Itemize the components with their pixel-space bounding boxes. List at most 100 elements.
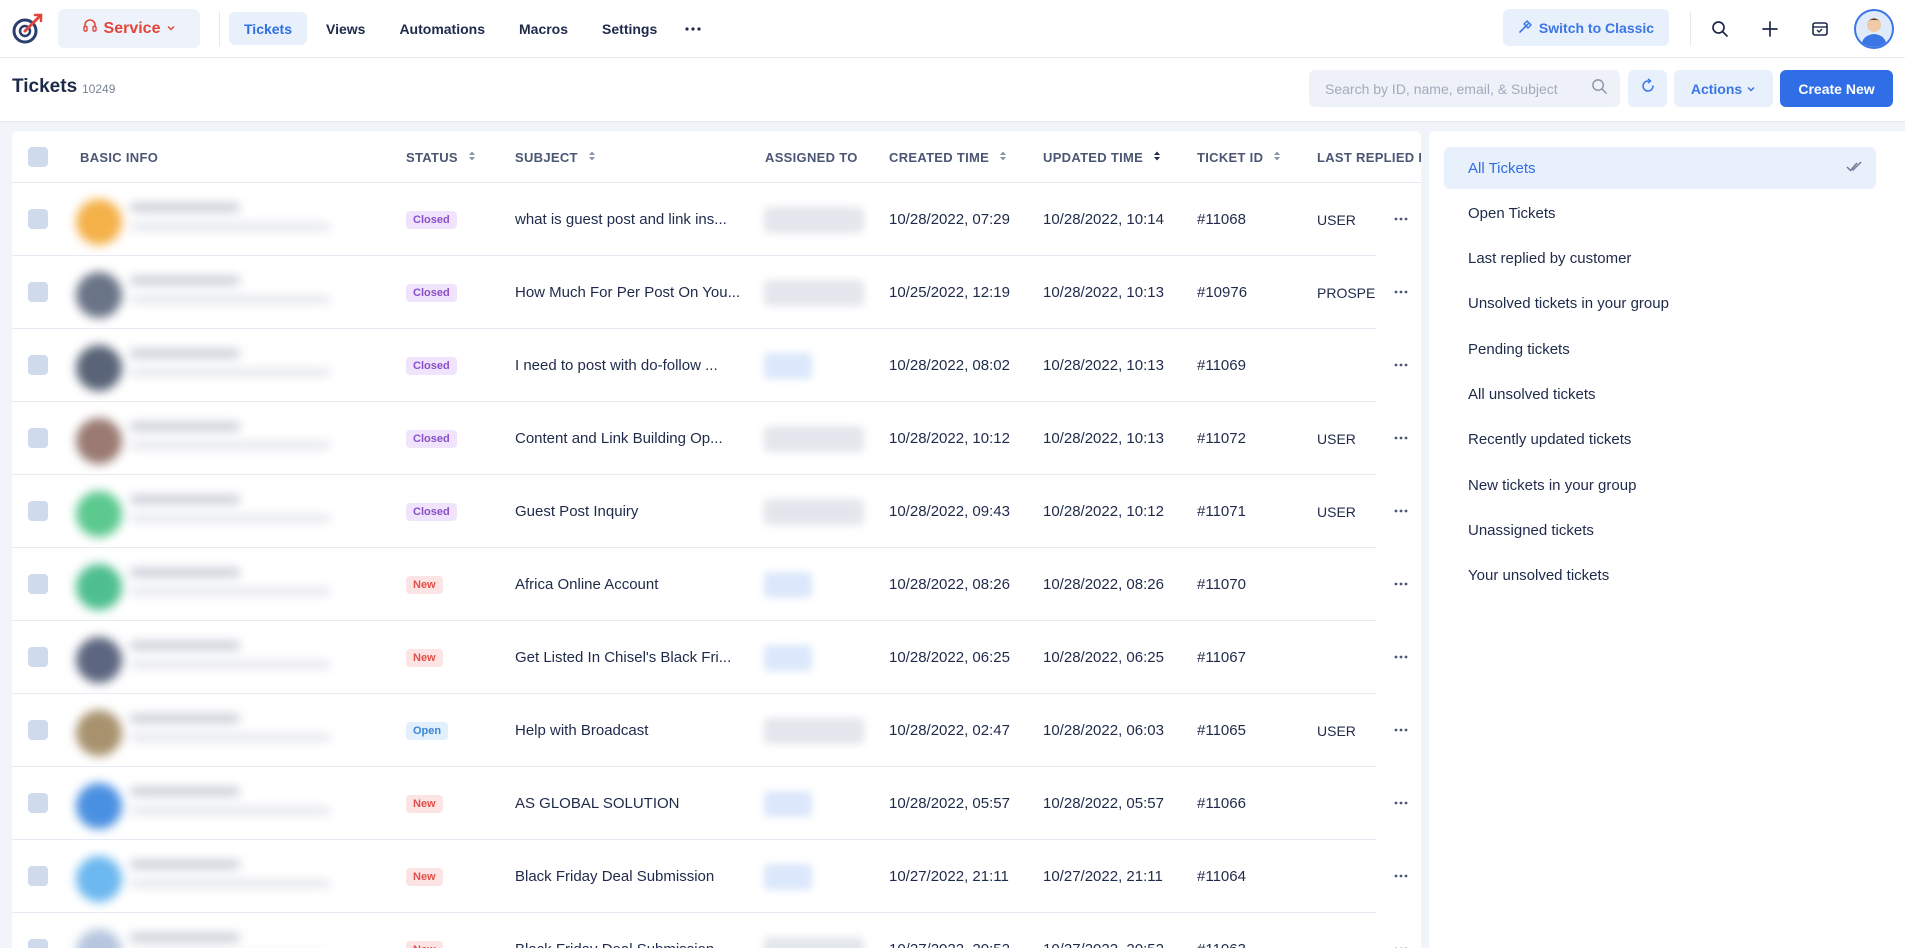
- ticket-id-cell[interactable]: #11069: [1197, 329, 1246, 402]
- table-row[interactable]: New Africa Online Account 10/28/2022, 08…: [12, 548, 1421, 621]
- view-item[interactable]: Unassigned tickets: [1444, 509, 1876, 551]
- subject-cell[interactable]: Get Listed In Chisel's Black Fri...: [515, 621, 755, 694]
- search-icon[interactable]: [1591, 78, 1608, 100]
- row-checkbox[interactable]: [28, 574, 48, 594]
- table-row[interactable]: New Get Listed In Chisel's Black Fri... …: [12, 621, 1421, 694]
- subject-cell[interactable]: Black Friday Deal Submission: [515, 913, 755, 948]
- ticket-id-cell[interactable]: #11065: [1197, 694, 1246, 767]
- view-item[interactable]: All Tickets: [1444, 147, 1876, 189]
- switch-to-classic-button[interactable]: Switch to Classic: [1503, 9, 1669, 46]
- ticket-id-cell[interactable]: #11063: [1197, 913, 1246, 948]
- more-horizontal-icon[interactable]: [1390, 282, 1412, 302]
- subject-cell[interactable]: Guest Post Inquiry: [515, 475, 755, 548]
- contact-avatar: [76, 856, 122, 902]
- assigned-to-blurred: [764, 280, 864, 306]
- row-checkbox[interactable]: [28, 866, 48, 886]
- table-row[interactable]: New Black Friday Deal Submission 10/27/2…: [12, 840, 1421, 913]
- more-horizontal-icon[interactable]: [1390, 720, 1412, 740]
- module-switcher[interactable]: Service: [58, 9, 200, 48]
- plus-icon[interactable]: [1755, 14, 1785, 44]
- nav-settings[interactable]: Settings: [587, 12, 672, 45]
- search-icon[interactable]: [1705, 14, 1735, 44]
- row-checkbox[interactable]: [28, 720, 48, 740]
- sort-icon[interactable]: [1153, 150, 1161, 165]
- more-horizontal-icon[interactable]: [1390, 428, 1412, 448]
- view-item[interactable]: Pending tickets: [1444, 328, 1876, 370]
- app-window-icon[interactable]: [1805, 14, 1835, 44]
- contact-avatar: [76, 272, 122, 318]
- sort-icon[interactable]: [468, 150, 476, 165]
- refresh-button[interactable]: [1628, 70, 1667, 107]
- table-row[interactable]: Closed How Much For Per Post On You... 1…: [12, 256, 1421, 329]
- actions-dropdown[interactable]: Actions: [1674, 70, 1773, 107]
- table-row[interactable]: Closed Guest Post Inquiry 10/28/2022, 09…: [12, 475, 1421, 548]
- user-avatar[interactable]: [1854, 9, 1894, 49]
- ticket-id-cell[interactable]: #11066: [1197, 767, 1246, 840]
- row-checkbox[interactable]: [28, 355, 48, 375]
- more-horizontal-icon[interactable]: [1390, 209, 1412, 229]
- more-horizontal-icon[interactable]: [1390, 939, 1412, 948]
- column-subject[interactable]: SUBJECT: [515, 131, 596, 183]
- view-item[interactable]: Open Tickets: [1444, 192, 1876, 234]
- subject-cell[interactable]: Black Friday Deal Submission: [515, 840, 755, 913]
- more-horizontal-icon[interactable]: [1390, 793, 1412, 813]
- row-checkbox[interactable]: [28, 209, 48, 229]
- column-ticket-id[interactable]: TICKET ID: [1197, 131, 1281, 183]
- column-created-time[interactable]: CREATED TIME: [889, 131, 1007, 183]
- ticket-id-cell[interactable]: #11064: [1197, 840, 1246, 913]
- row-checkbox[interactable]: [28, 428, 48, 448]
- row-checkbox[interactable]: [28, 282, 48, 302]
- view-item[interactable]: Your unsolved tickets: [1444, 555, 1876, 597]
- column-status[interactable]: STATUS: [406, 131, 476, 183]
- table-row[interactable]: Closed I need to post with do-follow ...…: [12, 329, 1421, 402]
- more-horizontal-icon[interactable]: [1390, 574, 1412, 594]
- view-item[interactable]: Last replied by customer: [1444, 238, 1876, 280]
- more-horizontal-icon[interactable]: [1390, 866, 1412, 886]
- row-checkbox[interactable]: [28, 647, 48, 667]
- row-checkbox[interactable]: [28, 939, 48, 948]
- search-input[interactable]: [1325, 80, 1591, 97]
- table-row[interactable]: Closed Content and Link Building Op... 1…: [12, 402, 1421, 475]
- row-checkbox[interactable]: [28, 793, 48, 813]
- subject-cell[interactable]: I need to post with do-follow ...: [515, 329, 755, 402]
- row-checkbox[interactable]: [28, 501, 48, 521]
- created-time-cell: 10/28/2022, 05:57: [889, 795, 1010, 812]
- nav-macros[interactable]: Macros: [504, 12, 583, 45]
- subject-cell[interactable]: Content and Link Building Op...: [515, 402, 755, 475]
- table-row[interactable]: Open Help with Broadcast 10/28/2022, 02:…: [12, 694, 1421, 767]
- nav-views[interactable]: Views: [311, 12, 380, 45]
- table-row[interactable]: Closed what is guest post and link ins..…: [12, 183, 1421, 256]
- column-updated-time[interactable]: UPDATED TIME: [1043, 131, 1161, 183]
- subject-cell[interactable]: AS GLOBAL SOLUTION: [515, 767, 755, 840]
- ticket-id-cell[interactable]: #11068: [1197, 183, 1246, 256]
- table-row[interactable]: New Black Friday Deal Submission 10/27/2…: [12, 913, 1421, 948]
- status-badge: New: [406, 794, 443, 813]
- sort-icon[interactable]: [1273, 150, 1281, 165]
- subject-cell[interactable]: Help with Broadcast: [515, 694, 755, 767]
- subject-cell[interactable]: How Much For Per Post On You...: [515, 256, 755, 329]
- view-item[interactable]: New tickets in your group: [1444, 464, 1876, 506]
- logo-icon[interactable]: [10, 12, 44, 46]
- sort-icon[interactable]: [999, 150, 1007, 165]
- subject-cell[interactable]: what is guest post and link ins...: [515, 183, 755, 256]
- ticket-id-cell[interactable]: #11070: [1197, 548, 1246, 621]
- table-row[interactable]: New AS GLOBAL SOLUTION 10/28/2022, 05:57…: [12, 767, 1421, 840]
- ticket-id-cell[interactable]: #11067: [1197, 621, 1246, 694]
- view-item[interactable]: All unsolved tickets: [1444, 374, 1876, 416]
- view-item[interactable]: Recently updated tickets: [1444, 419, 1876, 461]
- ticket-id-cell[interactable]: #10976: [1197, 256, 1247, 329]
- sort-icon[interactable]: [588, 150, 596, 165]
- nav-tickets[interactable]: Tickets: [229, 12, 307, 45]
- nav-automations[interactable]: Automations: [384, 12, 500, 45]
- view-item[interactable]: Unsolved tickets in your group: [1444, 283, 1876, 325]
- ticket-id-cell[interactable]: #11071: [1197, 475, 1246, 548]
- more-horizontal-icon[interactable]: [1390, 647, 1412, 667]
- more-horizontal-icon[interactable]: [676, 12, 710, 45]
- ticket-id-cell[interactable]: #11072: [1197, 402, 1246, 475]
- switch-to-classic-label: Switch to Classic: [1538, 19, 1655, 36]
- more-horizontal-icon[interactable]: [1390, 355, 1412, 375]
- create-new-button[interactable]: Create New: [1780, 70, 1893, 107]
- more-horizontal-icon[interactable]: [1390, 501, 1412, 521]
- select-all-checkbox[interactable]: [28, 147, 48, 167]
- subject-cell[interactable]: Africa Online Account: [515, 548, 755, 621]
